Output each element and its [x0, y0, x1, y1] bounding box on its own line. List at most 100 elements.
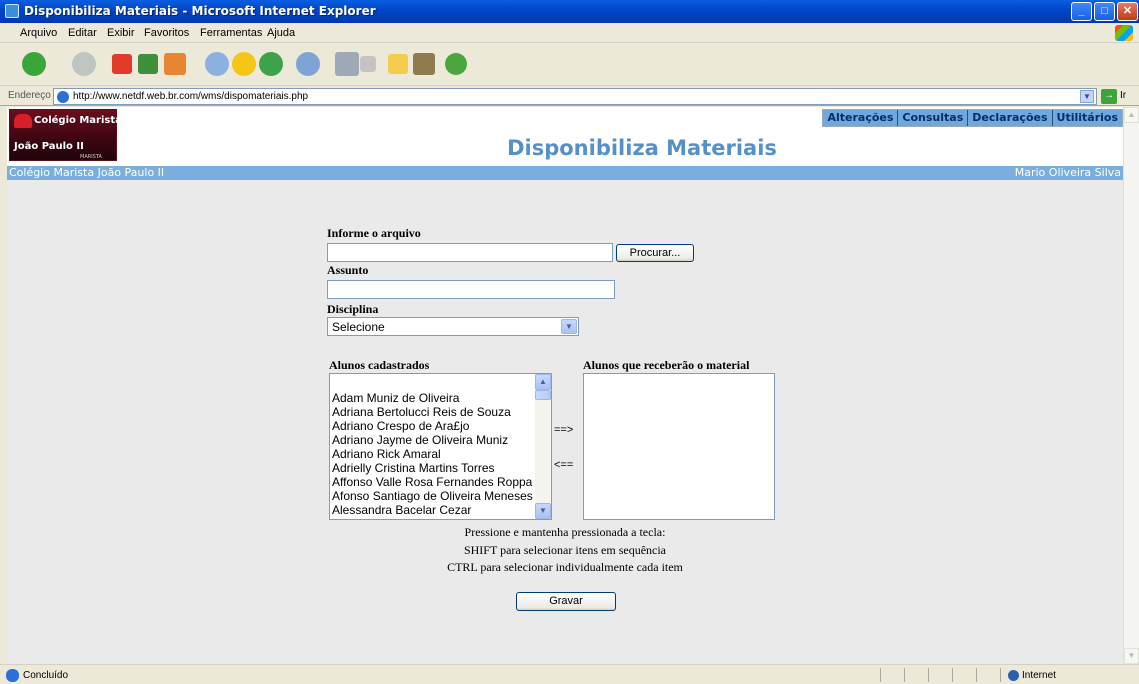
security-zone: Internet — [1022, 670, 1056, 681]
windows-logo-icon — [1115, 25, 1133, 41]
list-item[interactable]: Adriano Crespo de Ara£jo — [332, 419, 469, 433]
toolbar — [0, 44, 1139, 86]
students-listbox[interactable]: Adam Muniz de Oliveira Adriana Bertolucc… — [329, 373, 552, 520]
maximize-button[interactable]: □ — [1094, 2, 1115, 21]
list-item[interactable]: Adam Muniz de Oliveira — [332, 391, 459, 405]
user-name: Mario Oliveira Silva — [1014, 166, 1121, 179]
file-label: Informe o arquivo — [327, 226, 421, 240]
list-item[interactable]: Adriano Rick Amaral — [332, 447, 441, 461]
nav-consultas[interactable]: Consultas — [897, 110, 968, 126]
minimize-button[interactable]: _ — [1071, 2, 1092, 21]
chevron-down-icon[interactable]: ▼ — [561, 319, 577, 334]
page-header: Colégio Marista João Paulo II MARISTA Di… — [7, 107, 1123, 166]
add-student-button[interactable]: ==> — [554, 424, 573, 436]
menu-exibir[interactable]: Exibir — [107, 27, 135, 39]
recipients-label: Alunos que receberão o material — [583, 358, 750, 372]
menu-arquivo[interactable]: Arquivo — [20, 27, 57, 39]
forward-icon[interactable] — [72, 52, 96, 76]
logo-text-line2: João Paulo II — [14, 141, 84, 152]
list-item[interactable]: Adriano Jayme de Oliveira Muniz — [332, 433, 508, 447]
list-item[interactable]: Adrielly Cristina Martins Torres — [332, 461, 495, 475]
address-bar: Endereço http://www.netdf.web.br.com/wms… — [0, 86, 1139, 106]
remove-student-button[interactable]: <== — [554, 459, 573, 471]
edit-icon[interactable] — [360, 56, 376, 72]
scroll-down-icon[interactable]: ▼ — [1124, 648, 1139, 664]
page-title: Disponibiliza Materiais — [507, 136, 777, 160]
address-label: Endereço — [8, 90, 51, 101]
logo-text-line1: Colégio Marista — [34, 115, 122, 126]
nav-declaracoes[interactable]: Declarações — [967, 110, 1052, 126]
school-logo: Colégio Marista João Paulo II MARISTA — [9, 109, 122, 161]
instruction-line1: Pressione e mantenha pressionada a tecla… — [464, 525, 666, 539]
save-button[interactable]: Gravar — [516, 592, 616, 611]
status-divider — [880, 668, 881, 682]
ie-icon — [5, 4, 19, 18]
menu-ferramentas[interactable]: Ferramentas — [200, 27, 262, 39]
favorites-icon[interactable] — [232, 52, 256, 76]
logo-text-line3: MARISTA — [80, 154, 102, 160]
back-icon[interactable] — [22, 52, 46, 76]
menu-editar[interactable]: Editar — [68, 27, 97, 39]
nav-alteracoes[interactable]: Alterações — [823, 110, 898, 126]
page-viewport: Colégio Marista João Paulo II MARISTA Di… — [7, 107, 1123, 664]
school-emblem-icon — [14, 114, 32, 128]
students-label: Alunos cadastrados — [329, 358, 430, 372]
students-scrollbar[interactable]: ▲ ▼ — [535, 374, 551, 519]
messenger-icon[interactable] — [445, 53, 467, 75]
scroll-down-icon[interactable]: ▼ — [535, 503, 551, 519]
scroll-thumb[interactable] — [535, 390, 551, 400]
subject-input[interactable] — [327, 280, 615, 299]
discuss-icon[interactable] — [388, 54, 408, 74]
discipline-select[interactable]: Selecione ▼ — [327, 317, 579, 336]
school-name: Colégio Marista João Paulo II — [9, 166, 165, 179]
home-icon[interactable] — [164, 53, 186, 75]
list-item[interactable]: Adriana Bertolucci Reis de Souza — [332, 405, 511, 419]
refresh-icon[interactable] — [138, 54, 158, 74]
browse-button[interactable]: Procurar... — [616, 244, 694, 262]
menu-favoritos[interactable]: Favoritos — [144, 27, 189, 39]
address-url: http://www.netdf.web.br.com/wms/dispomat… — [73, 91, 309, 102]
status-divider — [904, 668, 905, 682]
instruction-line3: CTRL para selecionar individualmente cad… — [447, 560, 683, 574]
status-divider — [976, 668, 977, 682]
recipients-listbox[interactable] — [583, 373, 775, 520]
upload-form: Informe o arquivo Procurar... Assunto Di… — [7, 180, 1123, 664]
page-scrollbar[interactable]: ▲ ▼ — [1123, 107, 1139, 664]
menu-ajuda[interactable]: Ajuda — [267, 27, 295, 39]
nav-utilitarios[interactable]: Utilitários — [1051, 110, 1122, 126]
status-bar: Concluído Internet — [0, 664, 1139, 684]
list-item[interactable]: Afonso Santiago de Oliveira Meneses — [332, 489, 533, 503]
list-item[interactable]: Affonso Valle Rosa Fernandes Roppa — [332, 475, 532, 489]
top-nav: Alterações Consultas Declarações Utilitá… — [822, 109, 1123, 127]
go-arrow-icon[interactable]: → — [1101, 89, 1117, 104]
print-icon[interactable] — [335, 52, 359, 76]
window-title-bar: Disponibiliza Materiais - Microsoft Inte… — [0, 0, 1139, 23]
history-icon[interactable] — [259, 52, 283, 76]
search-icon[interactable] — [205, 52, 229, 76]
status-divider — [952, 668, 953, 682]
chevron-down-icon[interactable]: ▼ — [1080, 90, 1094, 103]
scroll-up-icon[interactable]: ▲ — [535, 374, 551, 390]
status-text: Concluído — [23, 670, 69, 681]
instruction-line2: SHIFT para selecionar itens em sequência — [463, 543, 667, 557]
globe-icon — [1008, 670, 1019, 681]
close-button[interactable]: ✕ — [1117, 2, 1138, 21]
address-input[interactable]: http://www.netdf.web.br.com/wms/dispomat… — [53, 88, 1097, 105]
window-title: Disponibiliza Materiais - Microsoft Inte… — [24, 4, 376, 18]
discipline-selected: Selecione — [332, 320, 385, 334]
status-divider — [928, 668, 929, 682]
page-icon — [57, 91, 69, 103]
file-input[interactable] — [327, 243, 613, 262]
page-done-icon — [6, 669, 19, 682]
menu-bar: Arquivo Editar Exibir Favoritos Ferramen… — [0, 23, 1139, 43]
info-bar: Colégio Marista João Paulo II Mario Oliv… — [7, 166, 1123, 180]
research-icon[interactable] — [413, 53, 435, 75]
discipline-label: Disciplina — [327, 302, 379, 316]
status-divider — [1000, 668, 1001, 682]
scroll-up-icon[interactable]: ▲ — [1124, 107, 1139, 123]
stop-icon[interactable] — [112, 54, 132, 74]
list-item[interactable]: Alessandra Bacelar Cezar — [332, 503, 471, 517]
mail-icon[interactable] — [296, 52, 320, 76]
subject-label: Assunto — [327, 263, 369, 277]
go-button[interactable]: Ir — [1120, 90, 1126, 101]
